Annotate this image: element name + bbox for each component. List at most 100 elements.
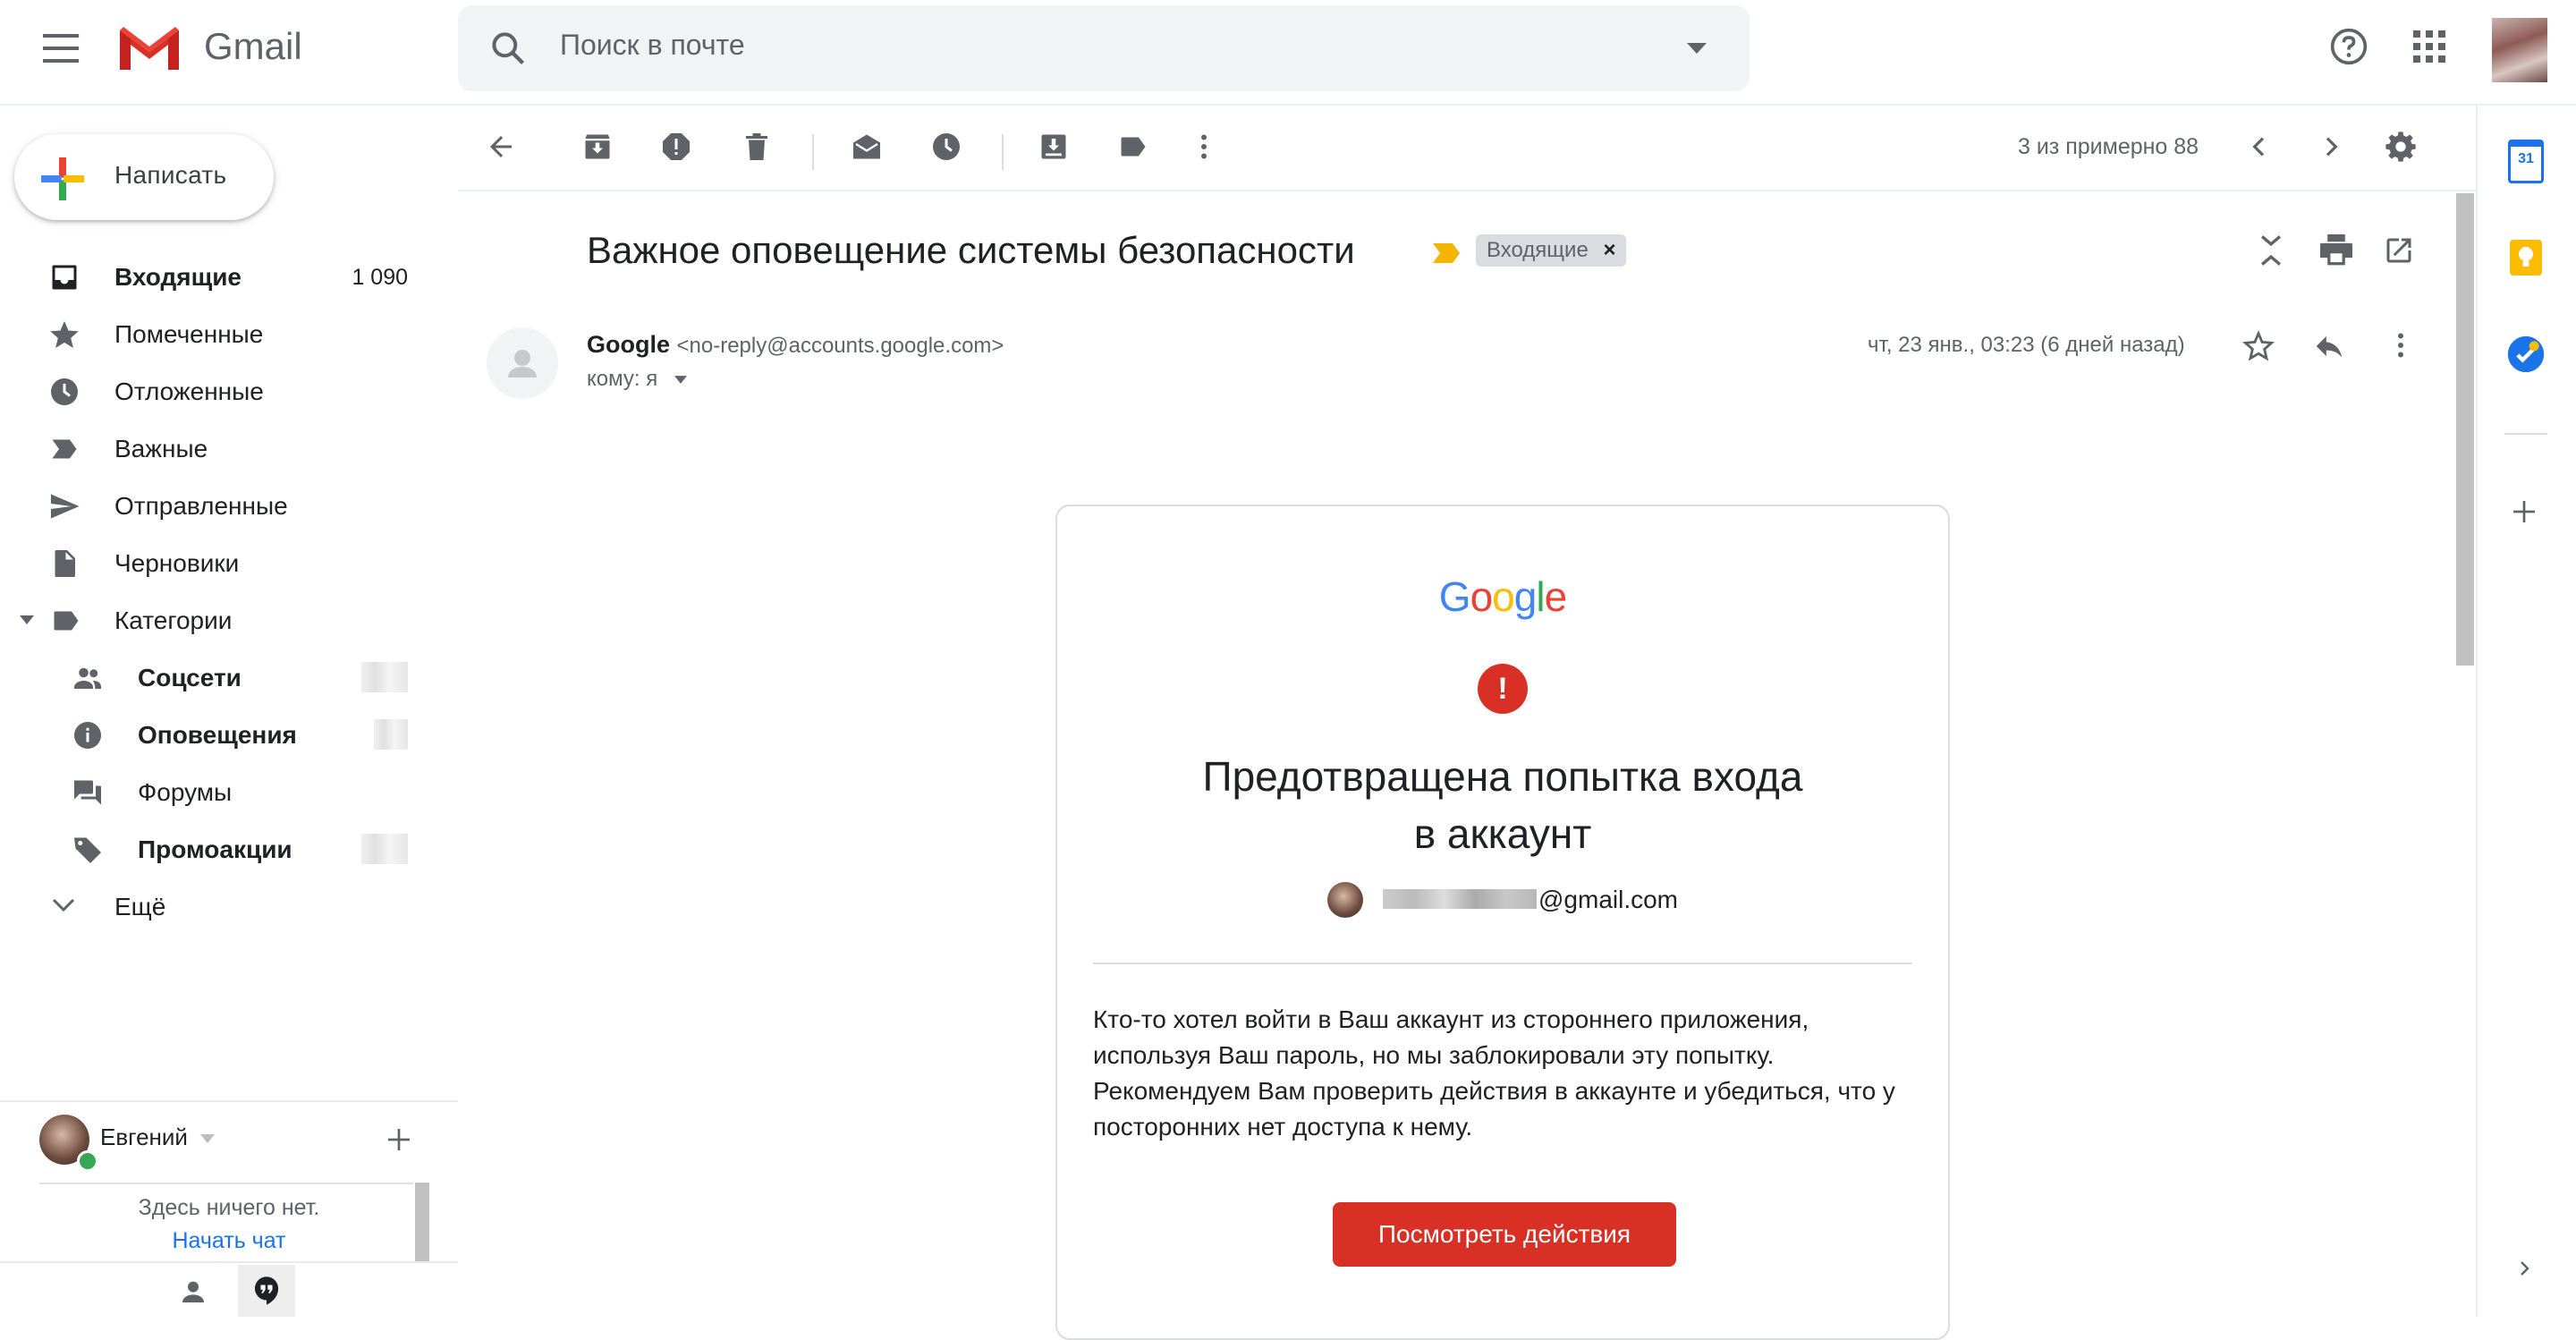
back-arrow-icon[interactable] bbox=[485, 131, 517, 163]
sidebar-item-label: Форумы bbox=[138, 778, 233, 806]
chat-divider bbox=[0, 1100, 458, 1102]
search-input[interactable]: Поиск в почте bbox=[560, 29, 745, 62]
compose-label: Написать bbox=[114, 161, 227, 189]
sidebar-item-label: Ещё bbox=[114, 893, 166, 920]
blurred-count bbox=[374, 719, 408, 750]
alert-title-line1: Предотвращена попытка входа bbox=[1202, 753, 1803, 800]
sender-email: <no-reply@accounts.google.com> bbox=[676, 334, 1004, 358]
sidebar-item-categories[interactable]: Категории bbox=[0, 592, 429, 649]
recipient-details-icon[interactable] bbox=[674, 376, 687, 385]
sidebar-item-snoozed[interactable]: Отложенные bbox=[0, 363, 429, 420]
hangouts-tab[interactable] bbox=[238, 1265, 295, 1317]
caret-down-icon[interactable] bbox=[20, 615, 34, 624]
star-icon bbox=[48, 318, 80, 351]
collapse-all-icon[interactable] bbox=[2256, 231, 2286, 270]
reply-icon[interactable] bbox=[2311, 329, 2347, 363]
calendar-icon[interactable]: 31 bbox=[2508, 140, 2544, 183]
gmail-logo-icon[interactable] bbox=[116, 23, 182, 73]
archive-icon[interactable] bbox=[581, 131, 614, 163]
sender-avatar[interactable] bbox=[487, 327, 558, 399]
star-toggle-icon[interactable] bbox=[2241, 329, 2275, 363]
blurred-count bbox=[361, 662, 408, 692]
snooze-icon[interactable] bbox=[930, 131, 962, 163]
toolbar-divider bbox=[812, 134, 814, 170]
forum-icon bbox=[72, 776, 104, 809]
clock-icon bbox=[48, 376, 80, 408]
contacts-icon[interactable] bbox=[179, 1277, 208, 1306]
label-as-icon[interactable] bbox=[1116, 131, 1150, 163]
print-icon[interactable] bbox=[2318, 234, 2354, 267]
email-subject: Важное оповещение системы безопасности bbox=[587, 229, 1355, 271]
new-chat-plus-icon[interactable] bbox=[385, 1125, 413, 1154]
chat-empty-text: Здесь ничего нет. bbox=[138, 1195, 320, 1220]
tasks-icon[interactable] bbox=[2506, 335, 2546, 374]
important-marker-icon[interactable] bbox=[1431, 242, 1462, 265]
sidebar-item-promotions[interactable]: Промоакции bbox=[0, 821, 429, 878]
settings-gear-icon[interactable] bbox=[2383, 129, 2419, 165]
alert-body-text: Кто-то хотел войти в Ваш аккаунт из стор… bbox=[1093, 1005, 1895, 1141]
unread-count: 1 090 bbox=[352, 265, 408, 290]
recipient-line[interactable]: кому: я bbox=[587, 367, 687, 392]
sidebar-item-forums[interactable]: Форумы bbox=[0, 764, 429, 821]
search-options-icon[interactable] bbox=[1687, 43, 1707, 54]
online-status-dot bbox=[77, 1150, 98, 1172]
sidebar-item-label: Важные bbox=[114, 435, 208, 462]
mark-unread-icon[interactable] bbox=[850, 131, 884, 163]
card-divider bbox=[1093, 963, 1912, 964]
main-scrollbar[interactable] bbox=[2456, 193, 2474, 666]
important-icon bbox=[48, 433, 80, 465]
apps-grid-icon[interactable] bbox=[2411, 29, 2447, 64]
compose-button[interactable]: Написать bbox=[14, 134, 274, 220]
inbox-icon bbox=[48, 261, 80, 293]
alert-title-line2: в аккаунт bbox=[1413, 810, 1592, 857]
toolbar-divider bbox=[1002, 134, 1004, 170]
sidebar-item-more[interactable]: Ещё bbox=[0, 878, 429, 936]
search-bar[interactable]: Поиск в почте bbox=[458, 5, 1750, 91]
sidebar-item-label: Соцсети bbox=[138, 664, 242, 691]
view-activity-button[interactable]: Посмотреть действия bbox=[1333, 1202, 1676, 1267]
blurred-count bbox=[361, 834, 408, 864]
account-email-domain: @gmail.com bbox=[1538, 886, 1679, 913]
start-chat-link[interactable]: Начать чат bbox=[36, 1228, 422, 1254]
remove-label-icon[interactable]: × bbox=[1603, 238, 1615, 262]
hangouts-icon bbox=[252, 1276, 281, 1306]
default-person-icon bbox=[508, 350, 537, 377]
chat-user-name[interactable]: Евгений bbox=[100, 1124, 188, 1151]
recipient-text: кому: я bbox=[587, 367, 658, 391]
account-mini-avatar bbox=[1327, 882, 1363, 918]
sidebar-item-label: Оповещения bbox=[138, 721, 297, 749]
report-spam-icon[interactable] bbox=[660, 131, 692, 163]
open-new-window-icon[interactable] bbox=[2383, 234, 2415, 267]
sidebar-item-social[interactable]: Соцсети bbox=[0, 649, 429, 707]
inbox-label-chip[interactable]: Входящие × bbox=[1476, 234, 1627, 267]
chat-bottom-bar bbox=[0, 1261, 458, 1319]
delete-icon[interactable] bbox=[741, 131, 773, 163]
move-to-icon[interactable] bbox=[1038, 131, 1070, 163]
show-side-panel-chevron-icon[interactable] bbox=[2513, 1256, 2535, 1281]
get-addons-plus-icon[interactable] bbox=[2510, 497, 2538, 526]
search-icon[interactable] bbox=[488, 29, 528, 68]
sidebar-item-starred[interactable]: Помеченные bbox=[0, 306, 429, 363]
side-panel-divider bbox=[2504, 433, 2547, 435]
message-more-icon[interactable] bbox=[2390, 329, 2411, 361]
sidebar-item-updates[interactable]: Оповещения bbox=[0, 707, 429, 764]
main-menu-icon[interactable] bbox=[43, 30, 86, 66]
sidebar-item-label: Отправленные bbox=[114, 492, 288, 520]
sidebar-item-label: Промоакции bbox=[138, 835, 292, 863]
send-icon bbox=[48, 490, 80, 522]
account-avatar[interactable] bbox=[2492, 18, 2547, 82]
status-dropdown-icon[interactable] bbox=[200, 1134, 215, 1143]
older-chevron-icon[interactable] bbox=[2317, 132, 2345, 161]
newer-chevron-icon[interactable] bbox=[2245, 132, 2274, 161]
keep-icon[interactable] bbox=[2510, 240, 2542, 276]
google-logo: Google bbox=[1438, 573, 1567, 620]
sidebar-item-sent[interactable]: Отправленные bbox=[0, 478, 429, 535]
more-vert-icon[interactable] bbox=[1193, 131, 1215, 163]
chat-scrollbar[interactable] bbox=[415, 1183, 429, 1267]
help-icon[interactable] bbox=[2329, 27, 2368, 66]
sidebar-item-important[interactable]: Важные bbox=[0, 420, 429, 478]
sender-name[interactable]: Google bbox=[587, 331, 670, 358]
sidebar-item-drafts[interactable]: Черновики bbox=[0, 535, 429, 592]
sidebar-item-label: Категории bbox=[114, 606, 233, 634]
sidebar-item-inbox[interactable]: Входящие 1 090 bbox=[0, 249, 429, 306]
